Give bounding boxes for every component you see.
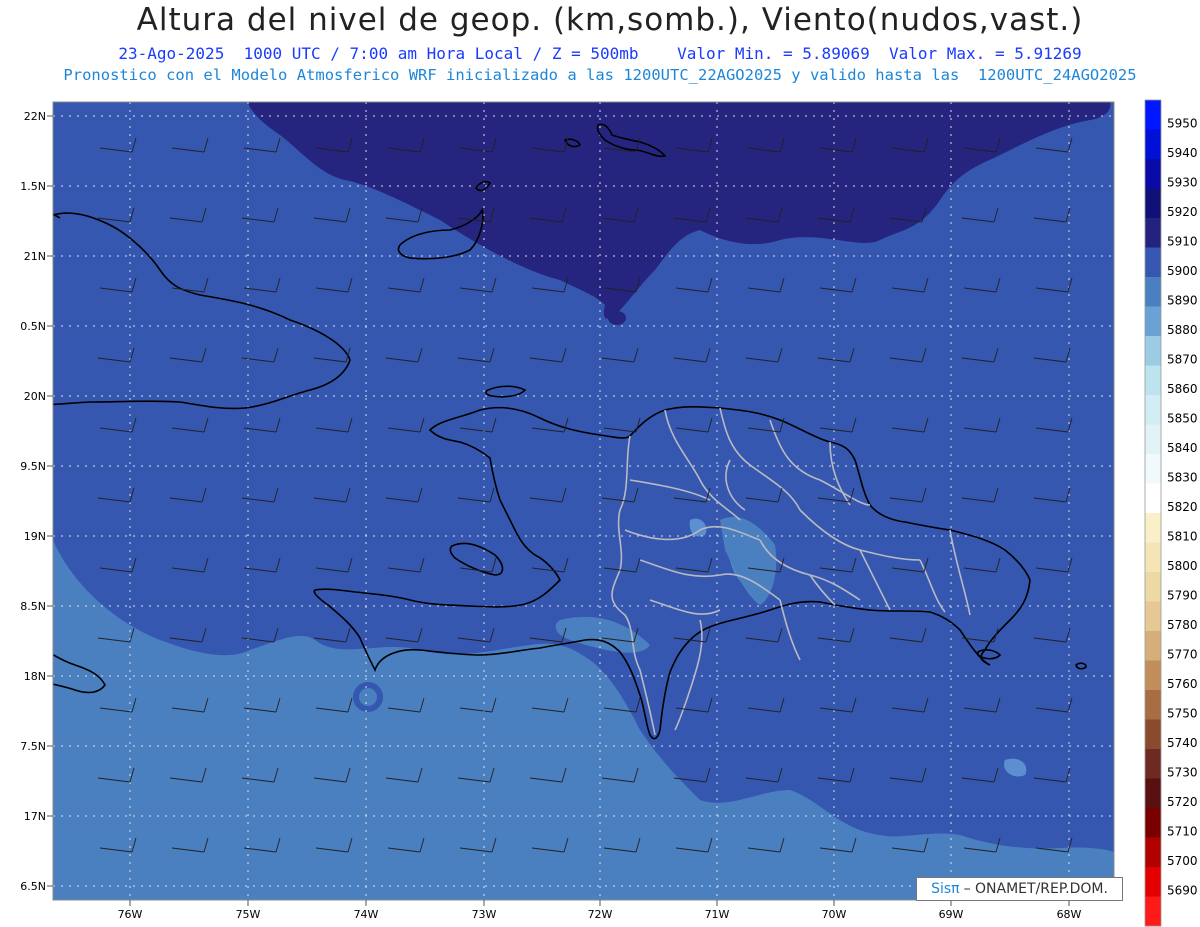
colorbar-label: 5870 — [1167, 353, 1198, 367]
colorbar-label: 5790 — [1167, 589, 1198, 603]
weather-map: 22N 1.5N 21N 0.5N 20N 9.5N 19N 8.5N 18N 7.5N 17N 6.… — [20, 99, 1198, 927]
colorbar-swatch — [1145, 572, 1161, 602]
colorbar-swatch — [1145, 837, 1161, 868]
wind-barb — [890, 908, 926, 922]
lon-label: 73W — [472, 908, 497, 921]
sispi-logo-text: Sisπ — [931, 881, 960, 897]
colorbar-swatch — [1145, 218, 1161, 248]
wind-barb — [170, 908, 206, 922]
colorbar-label: 5700 — [1167, 854, 1198, 868]
colorbar-label: 5910 — [1167, 235, 1198, 249]
lat-label: 18N — [24, 670, 46, 683]
colorbar-label: 5850 — [1167, 412, 1198, 426]
wind-barb — [314, 908, 350, 922]
lat-label: 22N — [24, 110, 46, 123]
colorbar-swatch — [1145, 778, 1161, 809]
lat-label: 8.5N — [20, 600, 46, 613]
colorbar-label: 5890 — [1167, 294, 1198, 308]
colorbar-label: 5690 — [1167, 884, 1198, 898]
lat-label: 0.5N — [20, 320, 46, 333]
colorbar-label: 5820 — [1167, 500, 1198, 514]
colorbar-swatch — [1145, 159, 1161, 189]
colorbar-label: 5750 — [1167, 707, 1198, 721]
colorbar-swatch — [1145, 306, 1161, 337]
lon-label: 68W — [1057, 908, 1082, 921]
longitude-labels: 76W 75W 74W 73W 72W 71W 70W 69W 68W — [118, 900, 1082, 921]
colorbar-swatch — [1145, 896, 1161, 927]
colorbar-label: 5830 — [1167, 471, 1198, 485]
colorbar-swatch — [1145, 129, 1161, 160]
lat-label: 21N — [24, 250, 46, 263]
colorbar-swatch — [1145, 542, 1161, 573]
wind-barb — [386, 908, 422, 922]
colorbar-swatch — [1145, 483, 1161, 514]
credit-text: – ONAMET/REP.DOM. — [963, 881, 1108, 897]
colorbar-label: 5800 — [1167, 559, 1198, 573]
wind-barb — [962, 908, 998, 922]
colorbar-swatch — [1145, 867, 1161, 897]
lon-label: 74W — [354, 908, 379, 921]
wind-barb — [530, 908, 566, 922]
colorbar-swatch — [1145, 808, 1161, 838]
colorbar-swatch — [1145, 631, 1161, 661]
lon-label: 70W — [822, 908, 847, 921]
colorbar-swatch — [1145, 690, 1161, 720]
colorbar-label: 5920 — [1167, 205, 1198, 219]
colorbar-label: 5760 — [1167, 677, 1198, 691]
colorbar-label: 5930 — [1167, 176, 1198, 190]
colorbar: 5950 5940 5930 5920 5910 5900 5890 5880 5870 5860… — [1144, 99, 1198, 927]
lat-label: 17N — [24, 810, 46, 823]
lat-label: 9.5N — [20, 460, 46, 473]
colorbar-label: 5730 — [1167, 766, 1198, 780]
colorbar-label: 5740 — [1167, 736, 1198, 750]
colorbar-swatch — [1145, 719, 1161, 750]
colorbar-swatch — [1145, 424, 1161, 455]
colorbar-swatch — [1145, 247, 1161, 278]
lon-label: 75W — [236, 908, 261, 921]
colorbar-label: 5710 — [1167, 825, 1198, 839]
lat-label: 20N — [24, 390, 46, 403]
colorbar-label: 5810 — [1167, 530, 1198, 544]
wind-barb — [746, 908, 782, 922]
colorbar-label: 5770 — [1167, 648, 1198, 662]
colorbar-label: 5940 — [1167, 146, 1198, 160]
colorbar-label: 5860 — [1167, 382, 1198, 396]
lon-label: 76W — [118, 908, 143, 921]
colorbar-label: 5950 — [1167, 117, 1198, 131]
lat-label: 1.5N — [20, 180, 46, 193]
colorbar-swatch — [1145, 100, 1161, 130]
map-plot-area — [53, 102, 1114, 922]
colorbar-swatch — [1145, 660, 1161, 691]
colorbar-swatch — [1145, 188, 1161, 219]
colorbar-label: 5720 — [1167, 795, 1198, 809]
colorbar-label: 5900 — [1167, 264, 1198, 278]
colorbar-swatch — [1145, 395, 1161, 425]
colorbar-swatch — [1145, 513, 1161, 543]
geopotential-band-5910-patch — [608, 311, 626, 325]
latitude-labels: 22N 1.5N 21N 0.5N 20N 9.5N 19N 8.5N 18N 7.5N 17N 6.… — [20, 110, 53, 893]
lat-label: 7.5N — [20, 740, 46, 753]
colorbar-label: 5780 — [1167, 618, 1198, 632]
colorbar-swatch — [1145, 336, 1161, 366]
colorbar-label: 5840 — [1167, 441, 1198, 455]
colorbar-swatch — [1145, 277, 1161, 307]
lat-label: 19N — [24, 530, 46, 543]
colorbar-swatch — [1145, 601, 1161, 632]
lat-label: 6.5N — [20, 880, 46, 893]
credit-box: Sisπ – ONAMET/REP.DOM. — [916, 877, 1123, 901]
colorbar-swatch — [1145, 454, 1161, 484]
colorbar-label: 5880 — [1167, 323, 1198, 337]
lon-label: 72W — [588, 908, 613, 921]
colorbar-swatch — [1145, 365, 1161, 396]
lon-label: 69W — [939, 908, 964, 921]
colorbar-swatch — [1145, 749, 1161, 779]
lon-label: 71W — [705, 908, 730, 921]
